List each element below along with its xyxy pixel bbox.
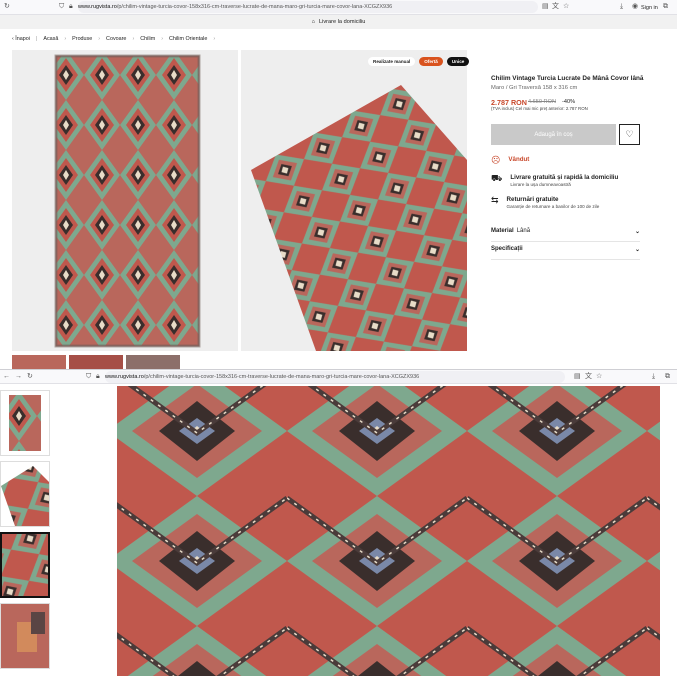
extensions-icon[interactable]: ⧉	[665, 373, 670, 381]
reader-icon[interactable]: ▤	[574, 373, 581, 381]
tag-unique: Unice	[446, 57, 470, 66]
download-icon[interactable]: ⤓	[652, 373, 655, 381]
product-tags: Realizate manual Ofertă Unice	[368, 57, 470, 66]
forward-icon[interactable]: →	[15, 373, 22, 381]
thumbnail[interactable]	[69, 355, 123, 369]
free-returns-info: ⇆ Returnări gratuite Garanție de returnar…	[491, 195, 600, 210]
promo-bar: ⌂ Livrare la domiciliu	[0, 15, 677, 29]
thumbnail-strip	[12, 355, 180, 369]
breadcrumb-item-kilim[interactable]: Chilim	[140, 36, 155, 42]
browser-toolbar-2: ← → ↻ ⛉ 🔒︎ www.rugvista.ro/p/chilim-vint…	[0, 370, 677, 384]
reader-icon[interactable]: ▤	[542, 3, 549, 11]
truck-icon: ⛟	[491, 173, 503, 183]
shield-icon[interactable]: ⛉	[86, 373, 91, 381]
thumbnail[interactable]	[126, 355, 180, 369]
shield-icon[interactable]: ⛉	[59, 3, 64, 11]
browser-toolbar: ↻ ⛉ 🔒︎ www.rugvista.ro/p/chilim-vintage-…	[0, 0, 677, 15]
thumbnail-2[interactable]	[0, 461, 50, 527]
specs-accordion[interactable]: Specificații ⌄	[491, 246, 640, 260]
sold-face-icon: ☹	[491, 155, 501, 165]
extensions-icon[interactable]: ⧉	[663, 3, 668, 11]
breadcrumb-item-rugs[interactable]: Covoare	[106, 36, 126, 42]
lock-icon[interactable]: 🔒︎	[96, 373, 100, 381]
breadcrumb-item-oriental-kilim[interactable]: Chilim Orientale	[169, 36, 207, 42]
product-image-angled[interactable]	[241, 50, 467, 351]
thumbnail-4[interactable]	[0, 603, 50, 669]
download-icon[interactable]: ⤓	[620, 3, 623, 11]
add-to-cart-button[interactable]: Adaugă în coș	[491, 124, 616, 145]
rug-angled-image	[251, 85, 467, 351]
discount-badge: -40%	[562, 99, 576, 105]
back-link[interactable]: ‹ Înapoi	[12, 36, 30, 42]
breadcrumb-item-products[interactable]: Produse	[72, 36, 92, 42]
address-bar[interactable]: www.rugvista.ro/p/chilim-vintage-turcia-…	[78, 1, 538, 13]
star-icon[interactable]: ☆	[596, 373, 602, 381]
free-delivery-info: ⛟ Livrare gratuită și rapidă la domicili…	[491, 173, 619, 188]
account-icon[interactable]: ◉	[632, 3, 638, 11]
home-icon: ⌂	[311, 19, 316, 25]
promo-text: Livrare la domiciliu	[319, 19, 366, 25]
heart-icon: ♡	[625, 129, 634, 139]
thumbnail-1[interactable]	[0, 390, 50, 456]
chevron-down-icon: ⌄	[634, 247, 640, 253]
return-icon: ⇆	[491, 195, 499, 205]
chevron-down-icon: ⌄	[634, 229, 640, 235]
sign-in-link[interactable]: Sign in	[641, 4, 658, 12]
old-price: 4.650 RON	[528, 99, 556, 105]
lock-icon[interactable]: 🔒︎	[69, 3, 73, 11]
back-icon[interactable]: ←	[3, 373, 10, 381]
material-accordion[interactable]: Material Lână ⌄	[491, 228, 640, 242]
product-image-main[interactable]	[12, 50, 238, 351]
breadcrumb-item-home[interactable]: Acasă	[43, 36, 58, 42]
wishlist-button[interactable]: ♡	[619, 124, 640, 145]
tag-offer: Ofertă	[419, 57, 443, 66]
reload-icon[interactable]: ↻	[27, 373, 33, 381]
star-icon[interactable]: ☆	[563, 3, 569, 11]
translate-icon[interactable]: 文	[585, 373, 592, 381]
product-title: Chilim Vintage Turcia Lucrate De Mână Co…	[491, 75, 644, 82]
thumbnail-3-selected[interactable]	[0, 532, 50, 598]
rug-front-image	[54, 54, 201, 348]
thumbnail[interactable]	[12, 355, 66, 369]
reload-icon[interactable]: ↻	[4, 3, 10, 11]
vat-note: (TVA inclus) Cel mai mic preț anterior: …	[491, 106, 588, 111]
product-subtitle: Maro / Gri Traversă 158 x 316 cm	[491, 85, 578, 91]
zoomed-product-image[interactable]	[117, 386, 660, 676]
rug-closeup-image	[117, 386, 660, 676]
tag-handmade: Realizate manual	[368, 57, 416, 66]
translate-icon[interactable]: 文	[552, 3, 559, 11]
breadcrumb: ‹ Înapoi | Acasă › Produse › Covoare › Chil…	[12, 36, 216, 42]
sold-status: ☹ Vândut	[491, 155, 530, 165]
address-bar-2[interactable]: www.rugvista.ro/p/chilim-vintage-turcia-…	[105, 371, 565, 383]
